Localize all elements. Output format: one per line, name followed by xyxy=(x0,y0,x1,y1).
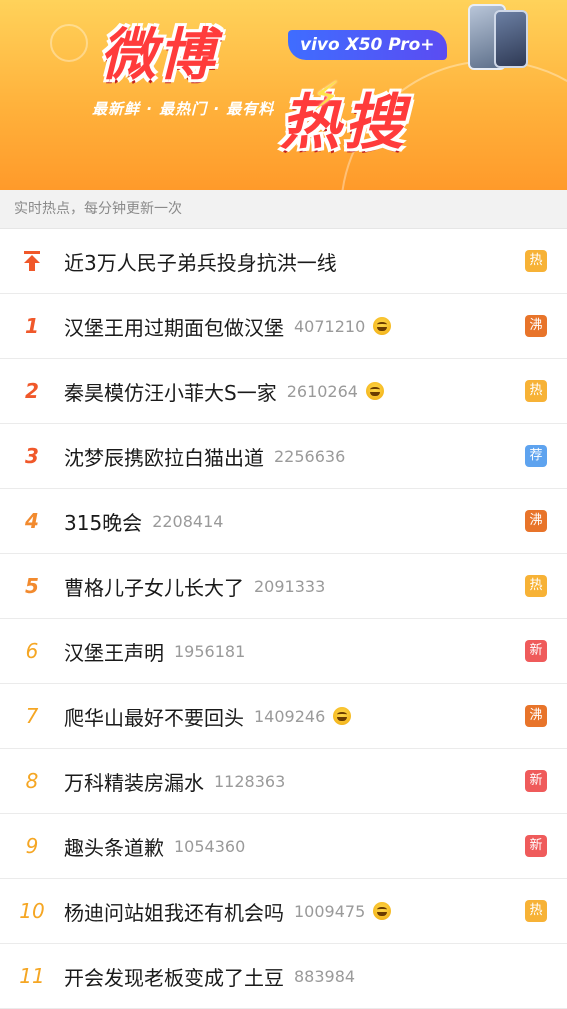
hot-search-row[interactable]: 6 汉堡王声明 1956181 新 xyxy=(0,619,567,684)
hot-badge: 热 xyxy=(525,575,547,597)
hot-search-row[interactable]: 10 杨迪问站姐我还有机会吗 1009475 热 xyxy=(0,879,567,944)
boil-badge: 沸 xyxy=(525,510,547,532)
laughing-emoji-icon xyxy=(373,317,392,335)
topic-text[interactable]: 秦昊模仿汪小菲大S一家 xyxy=(64,377,277,406)
new-badge: 新 xyxy=(525,770,547,792)
topic-text[interactable]: 趣头条道歉 xyxy=(64,832,164,861)
hot-search-banner: 微博 最新鲜 · 最热门 · 最有料 热搜 ⚡ vivo X50 Pro+ xyxy=(0,0,567,190)
topic-text[interactable]: 开会发现老板变成了土豆 xyxy=(64,962,284,991)
banner-title: 微博 xyxy=(100,23,216,88)
search-count: 2208414 xyxy=(152,511,224,531)
topic-text[interactable]: 万科精装房漏水 xyxy=(64,767,204,796)
rank-number: 4 xyxy=(25,509,39,533)
rank-number: 5 xyxy=(25,574,39,598)
rank-number: 8 xyxy=(25,769,39,793)
hot-search-row[interactable]: 9 趣头条道歉 1054360 新 xyxy=(0,814,567,879)
new-badge: 新 xyxy=(525,640,547,662)
banner-tagline: 最新鲜 · 最热门 · 最有料 xyxy=(92,100,275,118)
decor-circle xyxy=(50,24,88,62)
rank-number: 7 xyxy=(25,704,39,728)
phone-image xyxy=(494,10,528,68)
topic-text[interactable]: 杨迪问站姐我还有机会吗 xyxy=(64,897,284,926)
hot-search-list: 近3万人民子弟兵投身抗洪一线 热 xyxy=(0,229,567,294)
laughing-emoji-icon xyxy=(333,707,352,725)
hot-search-row[interactable]: 8 万科精装房漏水 1128363 新 xyxy=(0,749,567,814)
hot-badge: 热 xyxy=(525,380,547,402)
search-count: 2091333 xyxy=(254,576,326,596)
lightning-icon: ⚡ xyxy=(312,74,341,120)
topic-text[interactable]: 近3万人民子弟兵投身抗洪一线 xyxy=(64,247,337,276)
hot-badge: 热 xyxy=(525,900,547,922)
realtime-subheader: 实时热点，每分钟更新一次 xyxy=(0,190,567,229)
pinned-row[interactable]: 近3万人民子弟兵投身抗洪一线 热 xyxy=(0,229,567,294)
topic-text[interactable]: 汉堡王用过期面包做汉堡 xyxy=(64,312,284,341)
search-count: 2610264 xyxy=(286,381,358,401)
banner-subtitle: 热搜 xyxy=(280,88,408,158)
laughing-emoji-icon xyxy=(365,382,384,400)
search-count: 1128363 xyxy=(214,771,286,791)
topic-text[interactable]: 汉堡王声明 xyxy=(64,637,164,666)
ranked-list: 1 汉堡王用过期面包做汉堡 4071210 沸 2 秦昊模仿汪小菲大S一家 2610264 热… xyxy=(0,294,567,1009)
hot-search-row[interactable]: 11 开会发现老板变成了土豆 883984 xyxy=(0,944,567,1009)
new-badge: 新 xyxy=(525,835,547,857)
hot-search-row[interactable]: 7 爬华山最好不要回头 1409246 沸 xyxy=(0,684,567,749)
rank-number: 9 xyxy=(25,834,39,858)
hot-badge: 热 xyxy=(525,250,547,272)
search-count: 883984 xyxy=(294,966,356,986)
recommend-badge: 荐 xyxy=(525,445,547,467)
hot-search-row[interactable]: 5 曹格儿子女儿长大了 2091333 热 xyxy=(0,554,567,619)
rank-number: 10 xyxy=(19,899,45,923)
rank-number: 1 xyxy=(25,314,39,338)
pin-top-icon xyxy=(0,251,64,271)
topic-text[interactable]: 曹格儿子女儿长大了 xyxy=(64,572,244,601)
topic-text[interactable]: 爬华山最好不要回头 xyxy=(64,702,244,731)
hot-search-row[interactable]: 2 秦昊模仿汪小菲大S一家 2610264 热 xyxy=(0,359,567,424)
rank-number: 2 xyxy=(25,379,39,403)
boil-badge: 沸 xyxy=(525,705,547,727)
promo-label[interactable]: vivo X50 Pro+ xyxy=(288,30,447,60)
search-count: 1054360 xyxy=(174,836,246,856)
hot-search-row[interactable]: 3 沈梦辰携欧拉白猫出道 2256636 荐 xyxy=(0,424,567,489)
topic-text[interactable]: 315晚会 xyxy=(64,507,142,536)
rank-number: 6 xyxy=(25,639,39,663)
boil-badge: 沸 xyxy=(525,315,547,337)
search-count: 1009475 xyxy=(294,901,366,921)
search-count: 1409246 xyxy=(254,706,326,726)
search-count: 2256636 xyxy=(274,446,346,466)
search-count: 1956181 xyxy=(174,641,246,661)
hot-search-row[interactable]: 1 汉堡王用过期面包做汉堡 4071210 沸 xyxy=(0,294,567,359)
rank-number: 3 xyxy=(25,444,39,468)
hot-search-row[interactable]: 4 315晚会 2208414 沸 xyxy=(0,489,567,554)
topic-text[interactable]: 沈梦辰携欧拉白猫出道 xyxy=(64,442,264,471)
search-count: 4071210 xyxy=(294,316,366,336)
rank-number: 11 xyxy=(19,964,45,988)
laughing-emoji-icon xyxy=(373,902,392,920)
